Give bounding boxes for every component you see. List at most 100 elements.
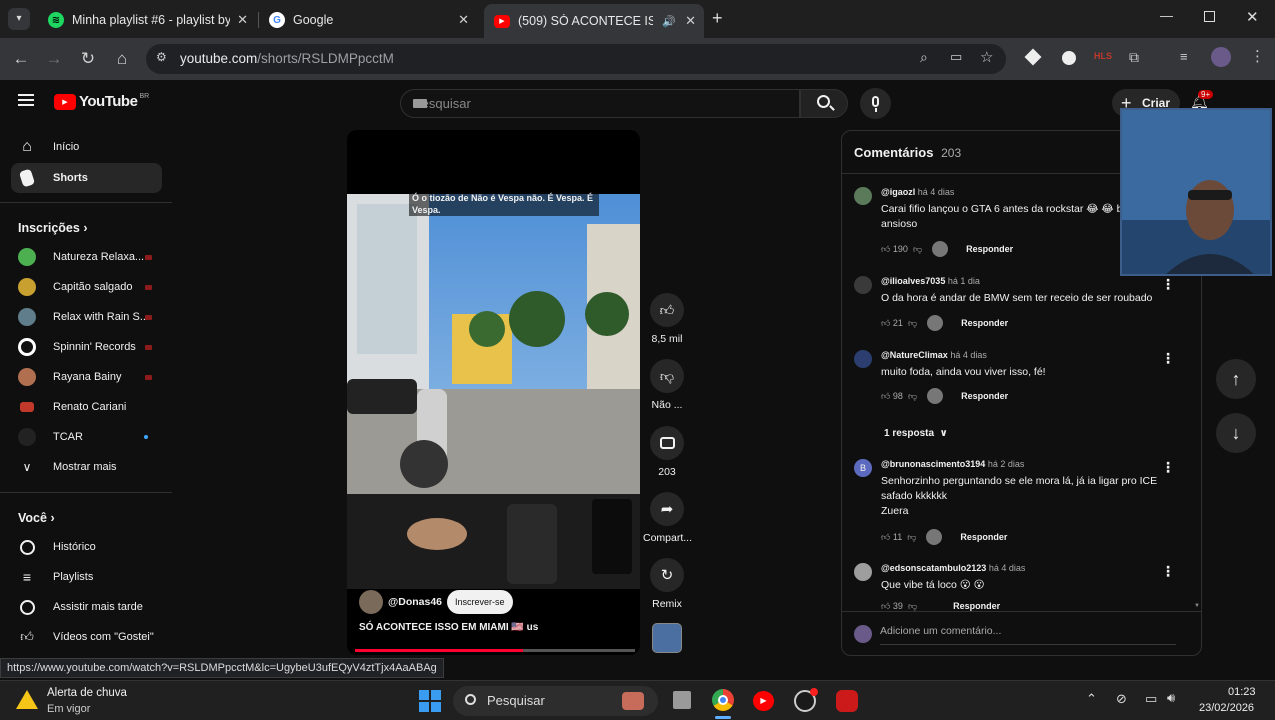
subscriptions-header[interactable]: Inscrições › — [18, 221, 88, 235]
sidebar-channel[interactable]: Spinnin' Records — [11, 332, 162, 362]
more-options-icon[interactable]: ⋮ — [1161, 459, 1175, 476]
zoom-icon[interactable]: ⌕ — [920, 49, 928, 66]
hamburger-menu-icon[interactable] — [18, 94, 34, 106]
sound-thumbnail[interactable] — [652, 623, 682, 653]
avatar[interactable] — [854, 563, 872, 581]
red-app-icon[interactable] — [836, 690, 858, 712]
sidebar-channel[interactable]: Rayana Bainy — [11, 362, 162, 392]
forward-button[interactable]: → — [43, 48, 65, 70]
close-icon[interactable]: ✕ — [458, 12, 469, 28]
tab-spotify[interactable]: ≋ Minha playlist #6 - playlist by Jô ✕ — [38, 6, 256, 34]
view-replies-button[interactable]: 1 resposta ∨ — [884, 424, 948, 442]
chevron-up-icon[interactable]: ⌃ — [1086, 691, 1097, 707]
you-header[interactable]: Você › — [18, 511, 55, 525]
sidebar-item-watch-later[interactable]: Assistir mais tarde — [11, 592, 162, 622]
sidebar-item-shorts[interactable]: Shorts — [11, 163, 162, 193]
voice-search-button[interactable] — [860, 88, 891, 119]
avatar[interactable] — [854, 187, 872, 205]
reply-button[interactable]: Responder — [960, 532, 1007, 542]
volume-icon[interactable]: 🔊︎ — [1167, 690, 1175, 706]
sidebar-channel[interactable]: Natureza Relaxa... — [11, 242, 162, 272]
thumbs-up-icon[interactable]: 👍︎ — [881, 318, 890, 329]
tab-youtube[interactable]: ▶ (509) SÓ ACONTECE ISSO E 🔊 ✕ — [484, 4, 704, 38]
thumbs-up-icon[interactable]: 👍︎ — [881, 532, 890, 543]
more-options-icon[interactable]: ⋮ — [1161, 563, 1175, 580]
extension-diamond-icon[interactable] — [1024, 48, 1042, 66]
avatar[interactable]: B — [854, 459, 872, 477]
previous-short-button[interactable]: ↑ — [1216, 359, 1256, 399]
thumbs-up-icon[interactable]: 👍︎ — [881, 601, 890, 612]
monitor-icon[interactable]: ▭ — [1145, 691, 1157, 707]
progress-bar[interactable] — [355, 649, 635, 652]
clock-time[interactable]: 01:23 — [1228, 686, 1256, 698]
taskbar-search[interactable]: Pesquisar — [453, 686, 658, 716]
short-video-player[interactable]: Ó o tiozão de Não é Vespa não. É Vespa. … — [347, 130, 640, 655]
extensions-puzzle-icon[interactable]: ⧉ — [1129, 49, 1139, 66]
thumbs-down-icon[interactable]: 👎︎ — [907, 532, 916, 543]
obs-icon[interactable] — [794, 688, 818, 712]
remix-button[interactable]: ↻ Remix — [643, 558, 691, 610]
speaker-icon[interactable]: 🔊 — [662, 15, 676, 28]
reload-button[interactable]: ↻ — [77, 48, 99, 70]
next-short-button[interactable]: ↓ — [1216, 413, 1256, 453]
show-more-button[interactable]: ∨ Mostrar mais — [11, 452, 162, 482]
address-bar[interactable]: ⚙ youtube.com/shorts/RSLDMPpcctM ⌕ ▭ ☆ — [146, 44, 1006, 74]
keyboard-icon[interactable] — [413, 99, 427, 108]
sidebar-item-liked-videos[interactable]: 👍︎ Vídeos com "Gostei" — [11, 622, 162, 652]
network-icon[interactable]: ⊘ — [1116, 691, 1127, 707]
sidebar-channel[interactable]: Relax with Rain S... — [11, 302, 162, 332]
search-input[interactable]: Pesquisar — [400, 89, 800, 118]
sidebar-channel[interactable]: Capitão salgado — [11, 272, 162, 302]
comment-author[interactable]: @ilioalves7035 — [881, 276, 945, 286]
thumbs-down-icon[interactable]: 👎︎ — [908, 601, 917, 612]
comments-button[interactable]: 203 — [643, 426, 691, 478]
thumbs-down-icon[interactable]: 👎︎ — [908, 391, 917, 402]
sidebar-channel[interactable]: TCAR — [11, 422, 162, 452]
scrollbar-arrow-icon[interactable]: ▼ — [1194, 603, 1200, 609]
sidebar-item-playlists[interactable]: ≡ Playlists — [11, 562, 162, 592]
bookmark-star-icon[interactable]: ☆ — [980, 48, 993, 66]
dislike-button[interactable]: 👎︎ Não ... — [643, 359, 691, 411]
youtube-app-icon[interactable]: ▶ — [753, 691, 774, 711]
back-button[interactable]: ← — [10, 48, 32, 70]
restore-button[interactable] — [1204, 11, 1215, 22]
thumbs-up-icon[interactable]: 👍︎ — [881, 244, 890, 255]
comment-author[interactable]: @edsonscatambulo2123 — [881, 563, 986, 573]
comment-author[interactable]: @igaozl — [881, 187, 915, 197]
profile-avatar[interactable] — [1211, 47, 1231, 67]
close-icon[interactable]: ✕ — [237, 12, 248, 28]
youtube-logo[interactable]: ▶ YouTube BR — [54, 93, 149, 110]
comment-author[interactable]: @brunonascimento3194 — [881, 459, 985, 469]
new-tab-button[interactable]: + — [712, 8, 723, 29]
minimize-button[interactable]: — — [1160, 8, 1173, 23]
thumbs-down-icon[interactable]: 👎︎ — [908, 318, 917, 329]
channel-avatar[interactable] — [359, 590, 383, 614]
sidebar-item-history[interactable]: Histórico — [11, 532, 162, 562]
add-comment-input[interactable]: Adicione um comentário... — [880, 625, 1176, 645]
task-view-icon[interactable] — [673, 691, 691, 709]
sidebar-channel[interactable]: Renato Cariani — [11, 392, 162, 422]
avatar[interactable] — [854, 350, 872, 368]
channel-name[interactable]: @Donas46 — [388, 596, 442, 608]
reply-button[interactable]: Responder — [961, 318, 1008, 328]
share-button[interactable]: ➦ Compart... — [643, 492, 692, 544]
clock-date[interactable]: 23/02/2026 — [1199, 702, 1254, 714]
reply-button[interactable]: Responder — [966, 244, 1013, 254]
tab-google[interactable]: G Google ✕ — [259, 6, 477, 34]
extension-circle-icon[interactable] — [1062, 51, 1076, 65]
avatar[interactable] — [854, 276, 872, 294]
more-options-icon[interactable]: ⋮ — [1161, 350, 1175, 367]
subscribe-button[interactable]: Inscrever-se — [447, 590, 513, 614]
extension-hls-icon[interactable]: HLS — [1094, 51, 1112, 61]
media-control-icon[interactable]: ≡ — [1180, 49, 1188, 64]
comment-author[interactable]: @NatureClimax — [881, 350, 948, 360]
more-options-icon[interactable]: ⋮ — [1161, 276, 1175, 293]
close-icon[interactable]: ✕ — [685, 13, 696, 29]
browser-menu-button[interactable]: ⋮ — [1250, 47, 1265, 65]
site-info-icon[interactable]: ⚙ — [156, 50, 167, 64]
windows-start-icon[interactable] — [419, 690, 441, 712]
sidebar-item-home[interactable]: ⌂ Início — [11, 132, 162, 162]
close-window-button[interactable]: ✕ — [1246, 8, 1259, 26]
thumbs-down-icon[interactable]: 👎︎ — [913, 244, 922, 255]
reply-button[interactable]: Responder — [961, 391, 1008, 401]
